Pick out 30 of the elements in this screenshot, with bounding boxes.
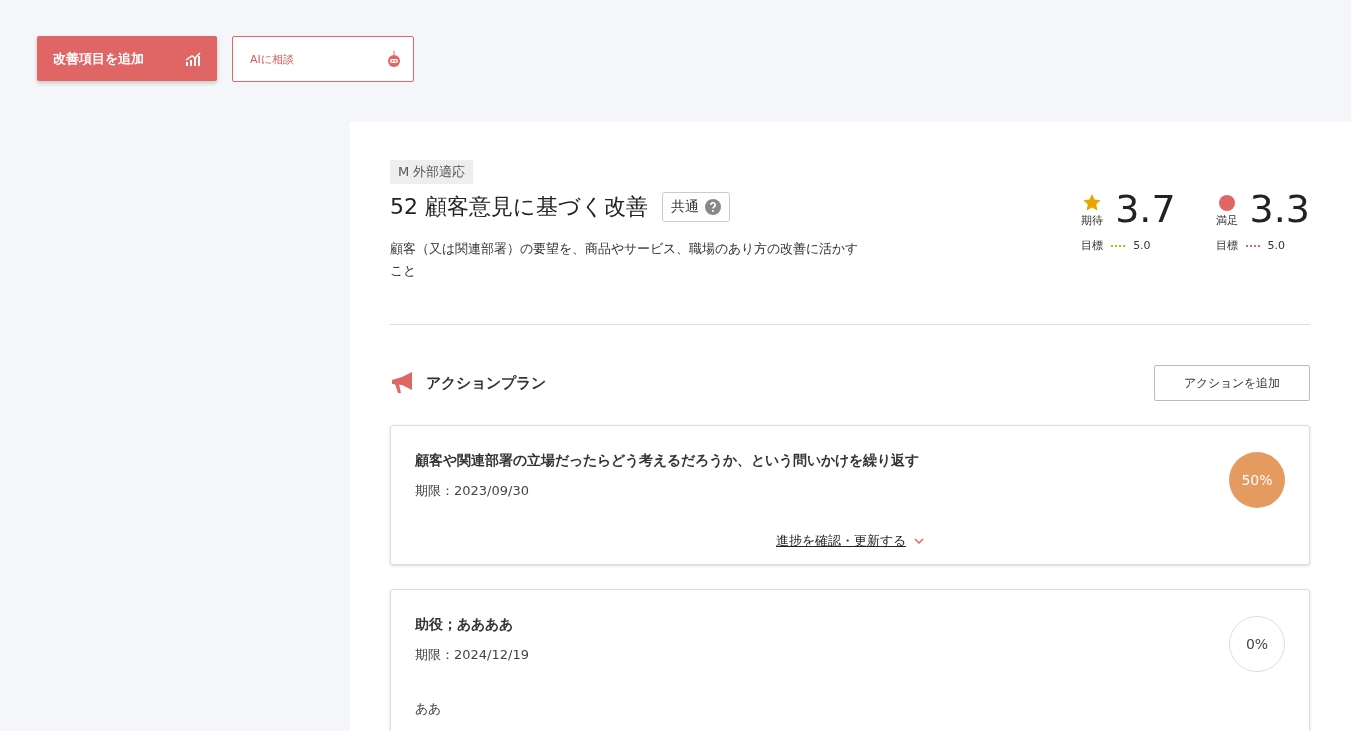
ai-consult-button[interactable]: AIに相談 — [232, 36, 414, 82]
help-icon[interactable] — [705, 199, 721, 215]
score-value: 3.3 — [1249, 190, 1310, 228]
item-description: 顧客（又は関連部署）の要望を、商品やサービス、職場のあり方の改善に活かすこと — [390, 240, 859, 280]
action-title: 顧客や関連部署の立場だったらどう考えるだろうか、という問いかけを繰り返す — [415, 452, 919, 470]
action-deadline: 期限：2023/09/30 — [415, 482, 530, 500]
score-label: 期待 — [1081, 213, 1104, 228]
target-value: 5.0 — [1267, 239, 1286, 252]
robot-icon — [387, 51, 401, 67]
dotted-line-icon — [1245, 244, 1260, 247]
chart-icon — [185, 51, 201, 66]
category-tag: M 外部適応 — [390, 160, 474, 184]
chevron-down-icon — [914, 538, 924, 544]
section-title: アクションプラン — [426, 373, 546, 393]
progress-circle: 0% — [1229, 616, 1285, 672]
megaphone-icon — [390, 372, 414, 394]
score-value: 3.7 — [1115, 190, 1176, 228]
target-label: 目標 — [1081, 238, 1104, 253]
add-action-button[interactable]: アクションを追加 — [1154, 365, 1310, 401]
action-title: 助役；ああああ — [415, 616, 514, 634]
progress-link[interactable]: 進捗を確認・更新する — [776, 532, 924, 550]
item-title: 52 顧客意見に基づく改善 — [390, 193, 648, 221]
score-label: 満足 — [1215, 213, 1238, 228]
dotted-line-icon — [1111, 244, 1126, 247]
action-deadline: 期限：2024/12/19 — [415, 646, 529, 664]
target-label: 目標 — [1215, 238, 1238, 253]
scope-tag: 共通 — [662, 192, 730, 222]
target-value: 5.0 — [1133, 239, 1151, 252]
progress-circle: 50% — [1229, 452, 1285, 508]
action-note: ああ — [415, 700, 442, 718]
